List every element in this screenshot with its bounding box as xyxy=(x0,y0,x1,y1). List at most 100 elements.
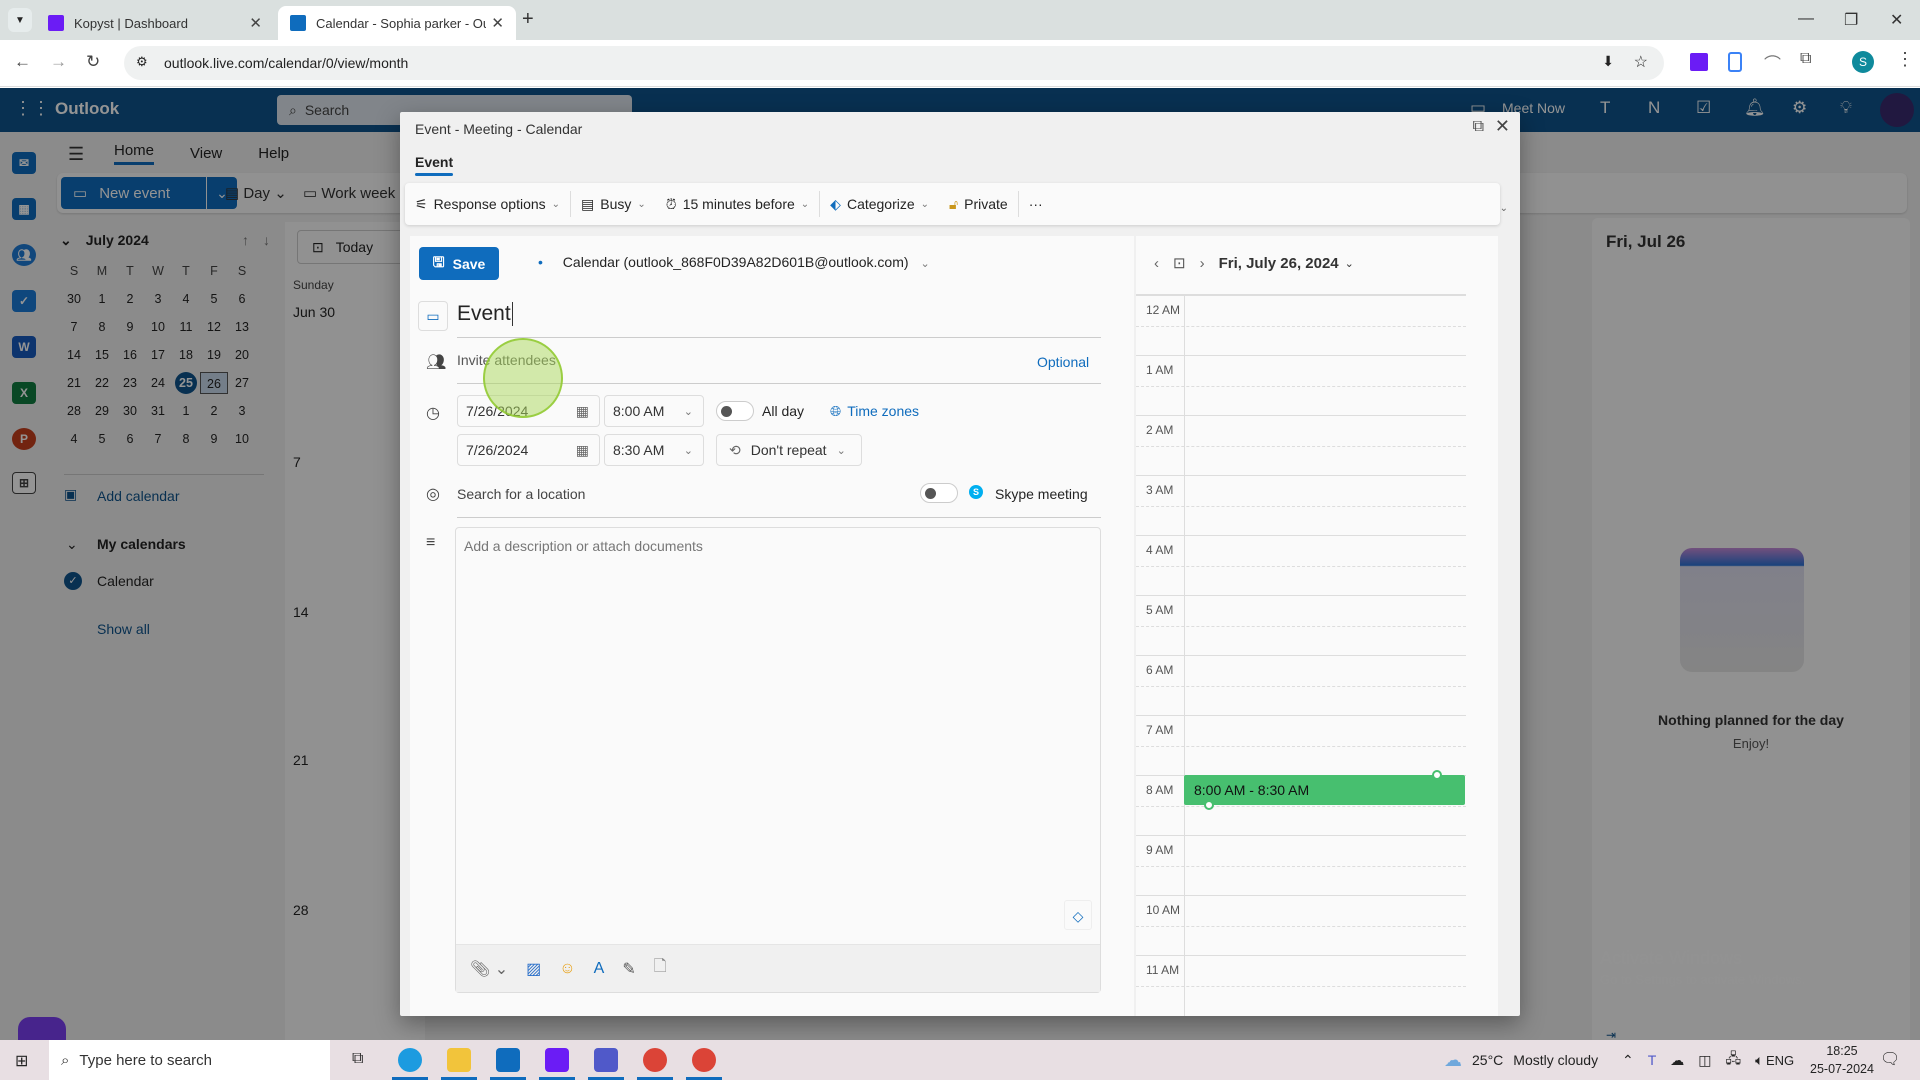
emoji-icon[interactable]: ☺ xyxy=(559,960,575,978)
hour-row[interactable]: 10 AM xyxy=(1136,895,1466,956)
weather-widget[interactable]: ☁ 25°C Mostly cloudy xyxy=(1444,1040,1598,1080)
signature-pen-icon[interactable]: ✎ xyxy=(622,959,635,979)
hour-row[interactable]: 4 AM xyxy=(1136,535,1466,596)
teams-tray-icon[interactable]: T xyxy=(1648,1052,1657,1068)
tab-event[interactable]: Event xyxy=(415,154,454,176)
calendar-picker-icon[interactable]: ▦ xyxy=(576,403,589,420)
busy-status-button[interactable]: ▤ Busy ⌄ xyxy=(571,196,656,213)
hour-row[interactable]: 6 AM xyxy=(1136,655,1466,716)
expand-ribbon-chevron-icon[interactable]: ⌄ xyxy=(1500,203,1508,214)
all-day-toggle[interactable] xyxy=(716,401,754,421)
address-bar[interactable]: ⚙ outlook.live.com/calendar/0/view/month… xyxy=(124,46,1664,80)
response-options-button[interactable]: ⚟ Response options ⌄ xyxy=(405,196,570,213)
windows-start-icon[interactable]: ⊞ xyxy=(15,1051,28,1071)
mail-taskbar-icon[interactable] xyxy=(490,1048,526,1080)
hour-row[interactable]: 11 AM xyxy=(1136,955,1466,1016)
bookmark-star-icon[interactable]: ☆ xyxy=(1634,52,1648,72)
insert-picture-icon[interactable]: ▨ xyxy=(526,959,541,979)
chevron-down-icon[interactable]: ⌄ xyxy=(1345,257,1354,270)
location-input[interactable]: Search for a location xyxy=(457,486,585,502)
camera-icon[interactable]: ◫ xyxy=(1698,1052,1711,1069)
restore-button[interactable]: ❐ xyxy=(1844,10,1858,30)
teams-taskbar-icon[interactable] xyxy=(588,1048,624,1080)
next-day-chevron-icon[interactable]: › xyxy=(1200,255,1205,272)
edge-taskbar-icon[interactable] xyxy=(392,1048,428,1080)
prev-day-chevron-icon[interactable]: ‹ xyxy=(1154,255,1159,272)
resize-handle-top[interactable] xyxy=(1432,770,1442,780)
chrome-profile-s-taskbar-icon[interactable] xyxy=(686,1048,722,1080)
skype-meeting-toggle[interactable] xyxy=(920,483,958,503)
network-icon[interactable]: 🖧︎ xyxy=(1726,1048,1742,1072)
attach-paperclip-icon[interactable]: 📎︎ ⌄ xyxy=(470,959,508,979)
extension-arc-icon[interactable]: ⌒ xyxy=(1764,50,1781,75)
more-options-button[interactable]: ··· xyxy=(1019,196,1053,212)
close-dialog-button[interactable]: ✕ xyxy=(1495,116,1510,137)
end-date-field[interactable]: 7/26/2024 ▦ xyxy=(457,434,600,466)
kopyst-extension-icon[interactable] xyxy=(1690,53,1708,71)
file-explorer-taskbar-icon[interactable] xyxy=(441,1048,477,1080)
reminder-button[interactable]: ⏰︎ 15 minutes before ⌄ xyxy=(656,196,819,213)
extensions-puzzle-icon[interactable]: ⧉ xyxy=(1800,50,1811,68)
minimize-button[interactable]: — xyxy=(1798,10,1814,28)
hour-row[interactable]: 3 AM xyxy=(1136,475,1466,536)
install-app-icon[interactable]: ⬇ xyxy=(1602,53,1614,70)
kopyst-taskbar-icon[interactable] xyxy=(539,1048,575,1080)
notification-center-icon[interactable]: 🗨︎ xyxy=(1880,1049,1900,1069)
new-tab-button[interactable]: + xyxy=(522,8,534,31)
event-block[interactable]: 8:00 AM - 8:30 AM xyxy=(1184,775,1465,805)
skype-meeting-label: Skype meeting xyxy=(995,486,1088,502)
pop-out-icon[interactable]: ⧉ xyxy=(1473,118,1484,136)
day-view-date[interactable]: Fri, July 26, 2024 xyxy=(1219,255,1339,272)
hour-row[interactable]: 9 AM xyxy=(1136,835,1466,896)
clock[interactable]: 18:25 25-07-2024 xyxy=(1810,1042,1874,1078)
repeat-dropdown[interactable]: ⟲ Don't repeat ⌄ xyxy=(716,434,862,466)
resize-handle-bottom[interactable] xyxy=(1204,800,1214,810)
browser-tab-calendar[interactable]: Calendar - Sophia parker - Outl ✕ xyxy=(278,6,516,40)
premium-diamond-icon[interactable]: ◇ xyxy=(1064,900,1092,930)
event-type-icon[interactable]: ▭ xyxy=(418,301,448,331)
browser-tab-kopyst[interactable]: Kopyst | Dashboard ✕ xyxy=(36,6,274,40)
show-hidden-icons-chevron[interactable]: ⌃ xyxy=(1622,1052,1634,1069)
browser-menu-icon[interactable]: ⋮ xyxy=(1896,49,1914,70)
tab-title: Kopyst | Dashboard xyxy=(74,15,188,31)
task-view-icon[interactable]: ⧉ xyxy=(352,1050,363,1068)
time-zones-button[interactable]: 🌐︎ Time zones xyxy=(830,403,919,420)
day-time-grid[interactable]: 12 AM 1 AM 2 AM 3 AM 4 AM 5 AM 6 AM 7 AM 8 AM 9 A… xyxy=(1136,294,1466,1016)
hour-row[interactable]: 7 AM xyxy=(1136,715,1466,776)
chrome-profile-a-taskbar-icon[interactable] xyxy=(637,1048,673,1080)
private-button[interactable]: 🔓︎ Private xyxy=(939,196,1018,213)
optional-attendees-link[interactable]: Optional xyxy=(1037,354,1089,370)
taskbar-search[interactable]: ⌕ Type here to search xyxy=(49,1040,330,1080)
close-tab-icon[interactable]: ✕ xyxy=(491,14,504,32)
calendar-selector[interactable]: • Calendar (outlook_868F0D39A82D601B@out… xyxy=(538,254,930,270)
language-indicator[interactable]: ENG xyxy=(1766,1040,1794,1080)
site-info-icon[interactable]: ⚙ xyxy=(136,54,148,70)
save-button[interactable]: 🖫︎ Save xyxy=(419,247,499,280)
event-dialog: Event - Meeting - Calendar ⧉ ✕ Event ⚟ Re… xyxy=(400,112,1520,1016)
hour-row[interactable]: 12 AM xyxy=(1136,295,1466,356)
format-text-icon[interactable]: A xyxy=(594,960,605,978)
close-tab-icon[interactable]: ✕ xyxy=(249,14,262,32)
event-title-input[interactable]: Event xyxy=(457,302,513,326)
close-window-button[interactable]: ✕ xyxy=(1890,10,1903,30)
hour-row[interactable]: 2 AM xyxy=(1136,415,1466,476)
volume-icon[interactable]: 🔈︎ xyxy=(1755,1052,1763,1069)
end-time-field[interactable]: 8:30 AM ⌄ xyxy=(604,434,704,466)
back-button[interactable]: ← xyxy=(14,52,31,72)
onedrive-cloud-icon[interactable]: ☁ xyxy=(1670,1052,1684,1069)
hour-row[interactable]: 5 AM xyxy=(1136,595,1466,656)
categorize-button[interactable]: ⬖ Categorize ⌄ xyxy=(820,196,939,213)
description-editor[interactable]: Add a description or attach documents ◇ … xyxy=(455,527,1101,993)
calendar-picker-icon[interactable]: ▦ xyxy=(576,442,589,459)
start-time-field[interactable]: 8:00 AM ⌄ xyxy=(604,395,704,427)
forward-button[interactable]: → xyxy=(50,52,67,72)
half-hour-line xyxy=(1136,626,1466,627)
reload-button[interactable]: ↻ xyxy=(86,52,100,72)
hour-row[interactable]: 1 AM xyxy=(1136,355,1466,416)
half-hour-line xyxy=(1136,386,1466,387)
loop-component-icon[interactable]: 🗋︎ xyxy=(654,955,667,982)
go-to-today-icon[interactable]: ⊡ xyxy=(1173,254,1186,272)
profile-avatar[interactable]: S xyxy=(1852,51,1874,73)
tab-search-button[interactable]: ▼ xyxy=(8,8,32,32)
extension-icon[interactable] xyxy=(1728,52,1742,72)
